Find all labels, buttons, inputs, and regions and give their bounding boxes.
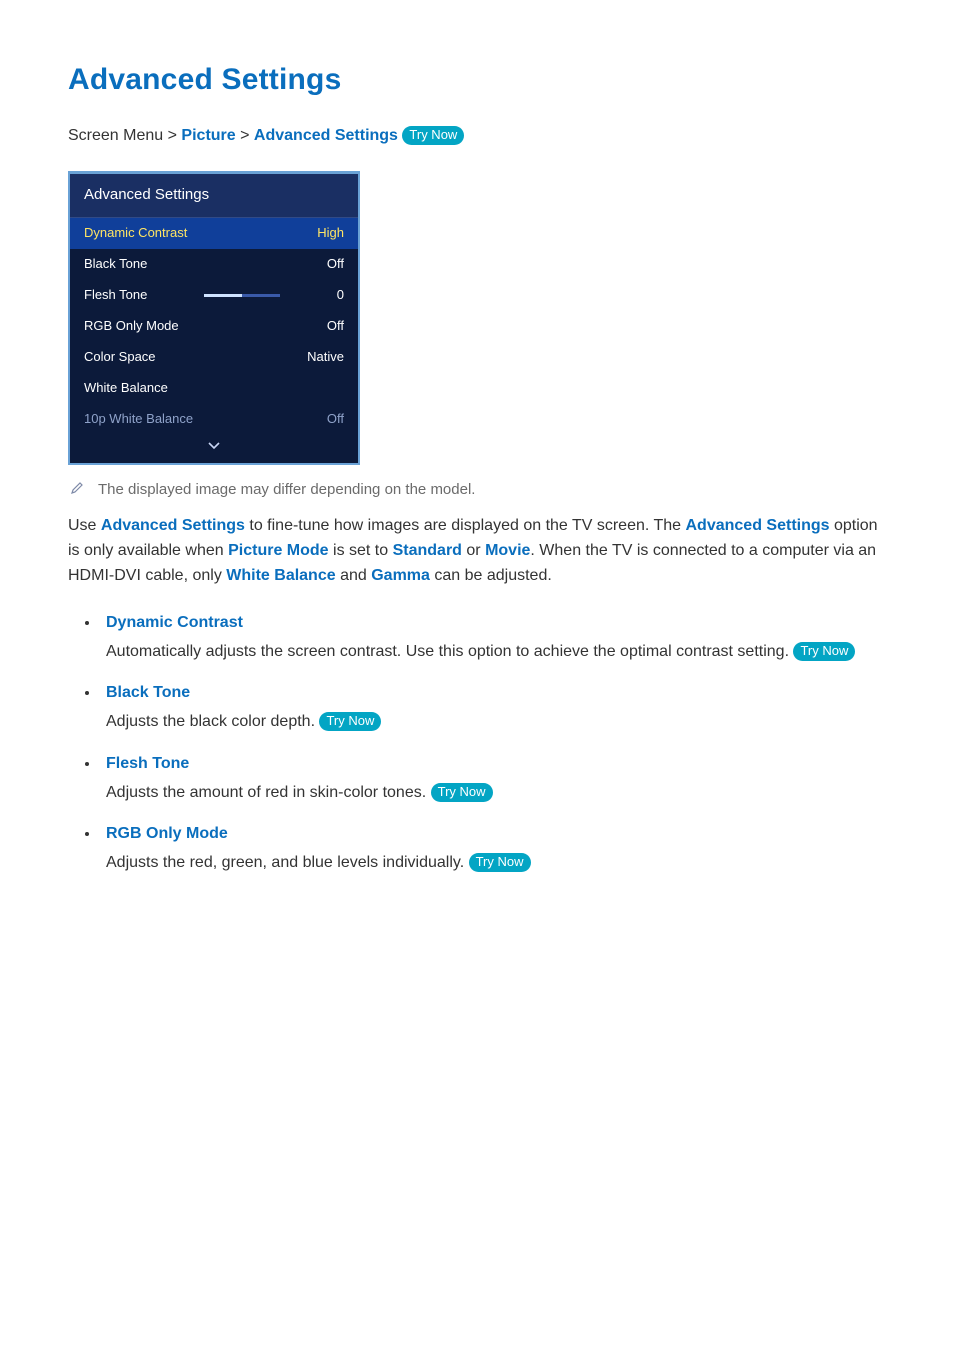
intro-paragraph: Use Advanced Settings to fine-tune how i… — [68, 514, 892, 588]
list-item: Dynamic Contrast Automatically adjusts t… — [100, 611, 892, 663]
item-title-dynamic-contrast: Dynamic Contrast — [106, 611, 892, 634]
pencil-icon — [70, 481, 84, 495]
row-value: Native — [294, 348, 344, 367]
model-note: The displayed image may differ depending… — [70, 479, 892, 501]
term-standard: Standard — [393, 542, 462, 559]
try-now-pill[interactable]: Try Now — [793, 642, 855, 661]
panel-row-dynamic-contrast[interactable]: Dynamic Contrast High — [70, 218, 358, 249]
item-body: Adjusts the black color depth. Try Now — [106, 710, 892, 733]
item-body: Adjusts the amount of red in skin-color … — [106, 781, 892, 804]
panel-row-flesh-tone[interactable]: Flesh Tone 0 — [70, 280, 358, 311]
term-advanced-settings: Advanced Settings — [101, 517, 245, 534]
term-white-balance: White Balance — [226, 567, 335, 584]
item-title-flesh-tone: Flesh Tone — [106, 752, 892, 775]
row-label: 10p White Balance — [84, 410, 193, 429]
row-label: Flesh Tone — [84, 286, 147, 305]
row-label: Dynamic Contrast — [84, 224, 187, 243]
row-label: Black Tone — [84, 255, 147, 274]
list-item: Flesh Tone Adjusts the amount of red in … — [100, 752, 892, 804]
row-label: Color Space — [84, 348, 156, 367]
item-title-black-tone: Black Tone — [106, 681, 892, 704]
breadcrumb-picture: Picture — [181, 127, 235, 144]
note-text: The displayed image may differ depending… — [98, 479, 475, 501]
breadcrumb-root: Screen Menu — [68, 127, 163, 144]
term-advanced-settings: Advanced Settings — [686, 517, 830, 534]
feature-list: Dynamic Contrast Automatically adjusts t… — [68, 611, 892, 875]
term-gamma: Gamma — [371, 567, 430, 584]
breadcrumb-advanced: Advanced Settings — [254, 127, 398, 144]
panel-row-color-space[interactable]: Color Space Native — [70, 342, 358, 373]
term-picture-mode: Picture Mode — [228, 542, 328, 559]
row-value: 0 — [294, 286, 344, 305]
row-slider[interactable]: 0 — [147, 286, 344, 305]
panel-row-white-balance[interactable]: White Balance — [70, 373, 358, 404]
panel-row-black-tone[interactable]: Black Tone Off — [70, 249, 358, 280]
row-value: Off — [294, 255, 344, 274]
row-label: RGB Only Mode — [84, 317, 179, 336]
breadcrumb-sep: > — [168, 127, 177, 144]
item-body: Adjusts the red, green, and blue levels … — [106, 851, 892, 874]
try-now-pill[interactable]: Try Now — [402, 126, 464, 145]
term-movie: Movie — [485, 542, 530, 559]
try-now-pill[interactable]: Try Now — [431, 783, 493, 802]
row-value: High — [294, 224, 344, 243]
breadcrumb: Screen Menu > Picture > Advanced Setting… — [68, 124, 892, 147]
panel-row-rgb-only[interactable]: RGB Only Mode Off — [70, 311, 358, 342]
panel-title: Advanced Settings — [70, 174, 358, 219]
row-label: White Balance — [84, 379, 168, 398]
row-value: Off — [294, 317, 344, 336]
settings-panel: Advanced Settings Dynamic Contrast High … — [68, 171, 360, 465]
panel-row-10p-white-balance: 10p White Balance Off — [70, 404, 358, 435]
list-item: Black Tone Adjusts the black color depth… — [100, 681, 892, 733]
slider-fill — [204, 294, 242, 297]
row-value: Off — [294, 410, 344, 429]
page-title: Advanced Settings — [68, 58, 892, 102]
item-title-rgb-only-mode: RGB Only Mode — [106, 822, 892, 845]
list-item: RGB Only Mode Adjusts the red, green, an… — [100, 822, 892, 874]
item-body: Automatically adjusts the screen contras… — [106, 640, 892, 663]
try-now-pill[interactable]: Try Now — [469, 853, 531, 872]
slider-track — [204, 294, 280, 297]
breadcrumb-sep: > — [240, 127, 249, 144]
try-now-pill[interactable]: Try Now — [319, 712, 381, 731]
chevron-down-icon[interactable] — [70, 434, 358, 462]
